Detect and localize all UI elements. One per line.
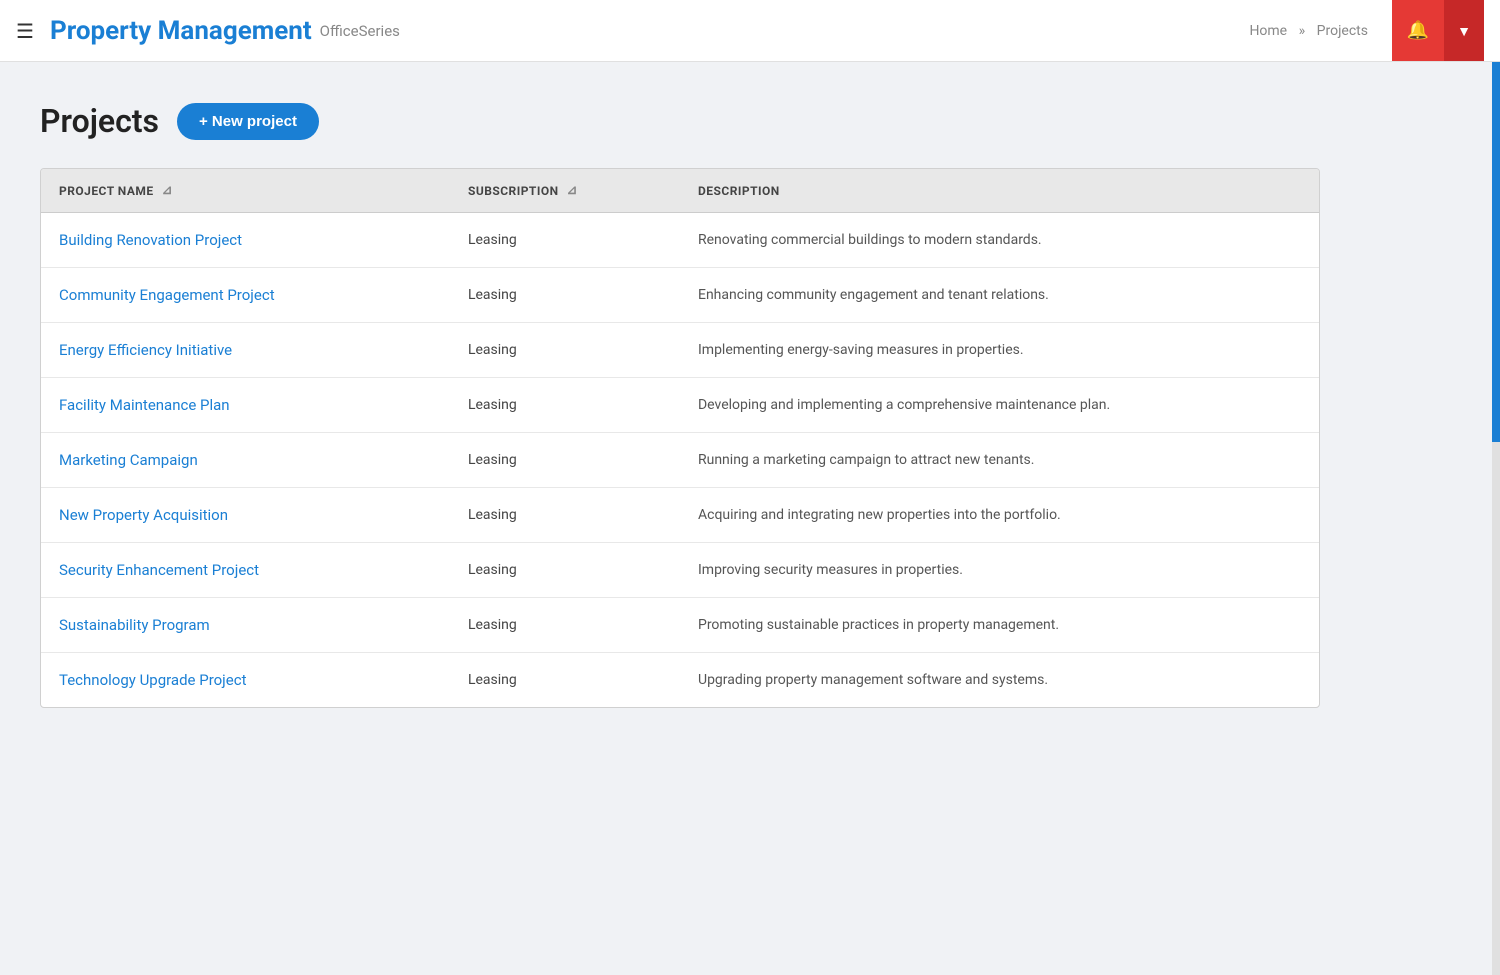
project-name-link[interactable]: New Property Acquisition (59, 506, 228, 524)
table-body: Building Renovation ProjectLeasingRenova… (41, 213, 1319, 708)
description-cell: Implementing energy-saving measures in p… (680, 323, 1319, 378)
subscription-cell: Leasing (450, 213, 680, 268)
table-row: Technology Upgrade Project LeasingUpgradi… (41, 653, 1319, 708)
description-cell: Upgrading property management software a… (680, 653, 1319, 708)
column-header-subscription: SUBSCRIPTION ⊿ (450, 169, 680, 213)
subscription-cell: Leasing (450, 488, 680, 543)
chevron-down-icon: ▼ (1457, 23, 1471, 39)
subscription-cell: Leasing (450, 543, 680, 598)
project-name-link[interactable]: Marketing Campaign (59, 451, 198, 469)
subscription-cell: Leasing (450, 653, 680, 708)
app-header: ☰ Property Management OfficeSeries Home … (0, 0, 1500, 62)
filter-subscription-icon[interactable]: ⊿ (567, 183, 578, 198)
menu-icon[interactable]: ☰ (16, 21, 34, 41)
table-row: Marketing Campaign LeasingRunning a marke… (41, 433, 1319, 488)
table-row: Energy Efficiency Initiative LeasingImple… (41, 323, 1319, 378)
table-row: Facility Maintenance Plan LeasingDevelopi… (41, 378, 1319, 433)
project-name-link[interactable]: Community Engagement Project (59, 286, 275, 304)
new-project-button[interactable]: + New project (177, 103, 319, 140)
description-cell: Improving security measures in propertie… (680, 543, 1319, 598)
subscription-cell: Leasing (450, 378, 680, 433)
description-cell: Developing and implementing a comprehens… (680, 378, 1319, 433)
filter-name-icon[interactable]: ⊿ (162, 183, 173, 198)
table-row: Community Engagement Project LeasingEnhan… (41, 268, 1319, 323)
breadcrumb-current: Projects (1317, 23, 1368, 39)
breadcrumb: Home » Projects (1245, 23, 1372, 39)
subscription-cell: Leasing (450, 433, 680, 488)
column-header-description: DESCRIPTION (680, 169, 1319, 213)
notification-bell-button[interactable]: 🔔 (1392, 0, 1444, 61)
subscription-cell: Leasing (450, 268, 680, 323)
table-header: PROJECT NAME ⊿ SUBSCRIPTION ⊿ DESCRIPTIO… (41, 169, 1319, 213)
description-cell: Enhancing community engagement and tenan… (680, 268, 1319, 323)
projects-table-wrapper: PROJECT NAME ⊿ SUBSCRIPTION ⊿ DESCRIPTIO… (40, 168, 1320, 708)
breadcrumb-separator: » (1299, 23, 1306, 39)
app-subtitle: OfficeSeries (320, 22, 400, 40)
table-row: Security Enhancement Project LeasingImpro… (41, 543, 1319, 598)
header-dropdown-button[interactable]: ▼ (1444, 0, 1484, 61)
main-content: Projects + New project PROJECT NAME ⊿ SU… (0, 62, 1360, 748)
project-name-link[interactable]: Security Enhancement Project (59, 561, 259, 579)
page-header: Projects + New project (40, 102, 1320, 140)
page-title: Projects (40, 102, 159, 140)
project-name-link[interactable]: Technology Upgrade Project (59, 671, 247, 689)
scrollbar-thumb[interactable] (1492, 62, 1500, 442)
bell-icon: 🔔 (1407, 20, 1429, 41)
table-row: Building Renovation Project LeasingRenova… (41, 213, 1319, 268)
table-row: Sustainability Program LeasingPromoting s… (41, 598, 1319, 653)
breadcrumb-home[interactable]: Home (1249, 23, 1287, 39)
scrollbar-track[interactable] (1492, 62, 1500, 975)
app-title: Property Management (50, 16, 312, 46)
description-cell: Renovating commercial buildings to moder… (680, 213, 1319, 268)
description-cell: Promoting sustainable practices in prope… (680, 598, 1319, 653)
project-name-link[interactable]: Facility Maintenance Plan (59, 396, 230, 414)
project-name-link[interactable]: Energy Efficiency Initiative (59, 341, 232, 359)
header-actions: 🔔 ▼ (1392, 0, 1484, 61)
subscription-cell: Leasing (450, 598, 680, 653)
subscription-cell: Leasing (450, 323, 680, 378)
projects-table: PROJECT NAME ⊿ SUBSCRIPTION ⊿ DESCRIPTIO… (41, 169, 1319, 707)
project-name-link[interactable]: Building Renovation Project (59, 231, 242, 249)
description-cell: Running a marketing campaign to attract … (680, 433, 1319, 488)
column-header-name: PROJECT NAME ⊿ (41, 169, 450, 213)
project-name-link[interactable]: Sustainability Program (59, 616, 210, 634)
table-row: New Property Acquisition LeasingAcquiring… (41, 488, 1319, 543)
description-cell: Acquiring and integrating new properties… (680, 488, 1319, 543)
